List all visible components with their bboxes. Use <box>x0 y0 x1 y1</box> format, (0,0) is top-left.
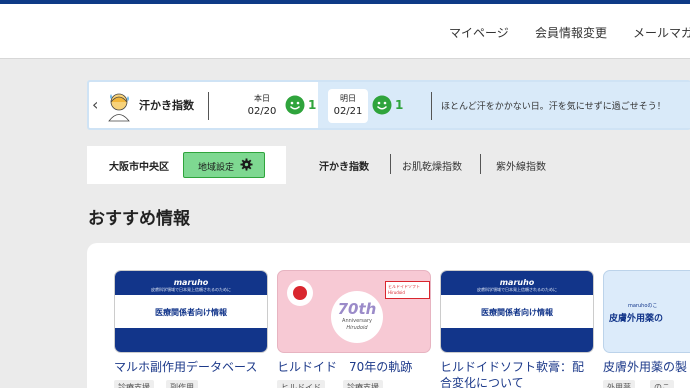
area-settings-label: 地域設定 <box>198 163 235 173</box>
tag[interactable]: 外用薬 <box>603 380 635 388</box>
nav-mypage[interactable]: マイページ <box>449 24 509 41</box>
banner-top: maruho 皮膚科学領域で日本発上信頼されるのために <box>115 271 267 295</box>
card-title[interactable]: 皮膚外用薬の製 <box>603 358 687 375</box>
site-header: マイページ 会員情報変更 メールマガ <box>0 4 690 59</box>
today-level: 1 <box>308 98 317 112</box>
nav-member-settings[interactable]: 会員情報変更 <box>535 24 607 41</box>
tomorrow-label: 明日 <box>340 94 356 103</box>
divider <box>208 92 209 120</box>
forecast-text: ほとんど汗をかかない日。汗を気にせずに過ごせそう！ <box>441 102 666 112</box>
card-caption: 医療関係者向け情報 <box>155 308 227 317</box>
today-box: 本日 02/20 <box>242 89 282 123</box>
banner-bottom <box>115 328 267 352</box>
maruho-logo: maruho <box>499 278 535 287</box>
card-title-line2[interactable]: 合変化について <box>440 374 524 388</box>
tag[interactable]: 診療支援 <box>343 380 383 388</box>
red-drop-icon <box>287 280 313 306</box>
tab-divider <box>390 154 391 174</box>
tag[interactable]: ヒルドイド <box>277 380 325 388</box>
tab-sweat-index[interactable]: 汗かき指数 <box>319 158 369 173</box>
card-image-hirudoid-70[interactable]: 70th Anniversary Hirudoid ヒルドイドソフト Hirud… <box>277 270 431 353</box>
card-title[interactable]: マルホ副作用データベース <box>114 358 257 375</box>
product-package: ヒルドイドソフト Hirudoid <box>385 281 430 299</box>
tagline: 皮膚科学領域で日本発上信頼されるのために <box>477 287 557 292</box>
tagline: 皮膚科学領域で日本発上信頼されるのために <box>151 287 231 292</box>
area-settings-button[interactable]: 地域設定 <box>183 152 265 178</box>
tag[interactable]: のこ <box>650 380 674 388</box>
smile-face-icon <box>372 95 392 115</box>
sweat-index-bar: ‹ 汗かき指数 本日 02/20 1 明日 02/21 1 ほとんど汗をかかない… <box>87 80 690 130</box>
package-label: ヒルドイドソフト Hirudoid <box>388 284 420 295</box>
smile-face-icon <box>285 95 305 115</box>
area-selector: 大阪市中央区 地域設定 <box>87 146 286 184</box>
tomorrow-box: 明日 02/21 <box>328 89 368 123</box>
banner-bottom <box>441 328 593 352</box>
anniversary-brand: Hirudoid <box>346 325 368 331</box>
today-date: 02/20 <box>247 106 277 117</box>
chevron-left-icon[interactable]: ‹ <box>92 95 98 114</box>
card-title[interactable]: ヒルドイド 70年の軌跡 <box>277 358 412 375</box>
maruho-logo: maruhoのこ <box>628 303 658 309</box>
card-image-hirudoid-soft[interactable]: maruho 皮膚科学領域で日本発上信頼されるのために 医療関係者向け情報 <box>440 270 594 353</box>
anniversary-text: Anniversary <box>342 318 372 324</box>
card-image-side-effect-db[interactable]: maruho 皮膚科学領域で日本発上信頼されるのために 医療関係者向け情報 <box>114 270 268 353</box>
maruho-logo: maruho <box>173 278 209 287</box>
card-image-topical-drug[interactable]: maruhoのこ 皮膚外用薬の <box>603 270 690 353</box>
nav-mail-magazine[interactable]: メールマガ <box>633 24 690 41</box>
card-title[interactable]: ヒルドイドソフト軟膏：配 <box>440 358 584 375</box>
tag[interactable]: 診療支援 <box>114 380 154 388</box>
tomorrow-date: 02/21 <box>333 106 363 117</box>
tomorrow-level: 1 <box>395 98 404 112</box>
divider <box>431 92 432 120</box>
anniversary-badge: 70th Anniversary Hirudoid <box>331 291 383 343</box>
gear-icon <box>240 158 253 171</box>
tab-skin-dryness-index[interactable]: お肌乾燥指数 <box>402 158 462 173</box>
sweat-index-title: 汗かき指数 <box>139 99 194 112</box>
card-caption: 医療関係者向け情報 <box>481 308 553 317</box>
area-name: 大阪市中央区 <box>109 162 169 173</box>
card-caption: 皮膚外用薬の <box>609 314 664 324</box>
section-title: おすすめ情報 <box>88 209 190 229</box>
anniversary-number: 70th <box>337 300 377 318</box>
today-label: 本日 <box>254 94 270 103</box>
banner-top: maruho 皮膚科学領域で日本発上信頼されるのために <box>441 271 593 295</box>
tab-uv-index[interactable]: 紫外線指数 <box>496 158 546 173</box>
sweating-person-icon <box>108 93 130 122</box>
tab-divider <box>480 154 481 174</box>
tag[interactable]: 副作用 <box>166 380 198 388</box>
